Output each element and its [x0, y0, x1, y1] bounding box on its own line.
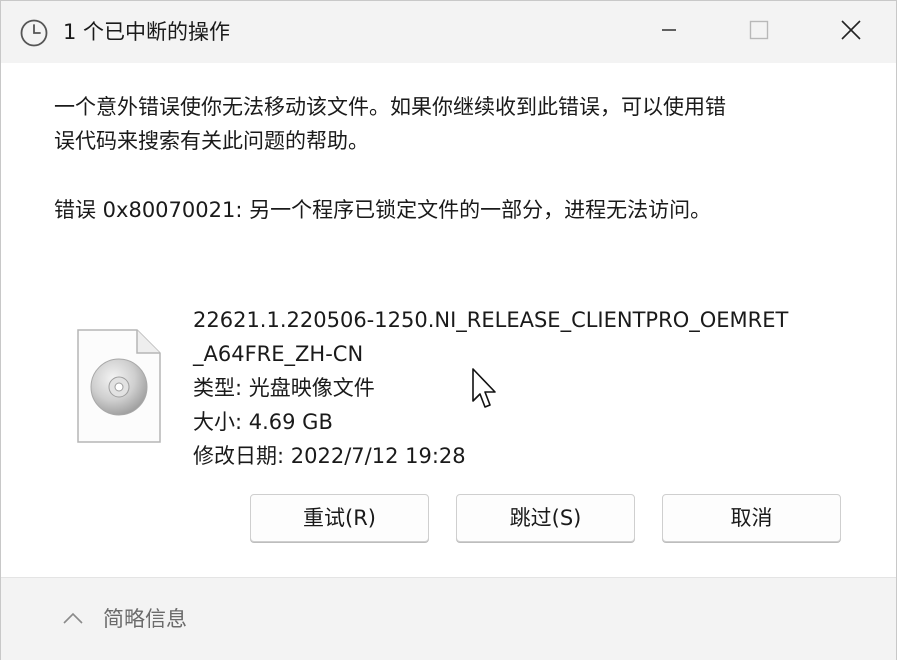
cancel-button[interactable]: 取消 — [662, 494, 841, 542]
title-bar[interactable]: 1 个已中断的操作 — [1, 1, 896, 63]
minimize-icon — [659, 20, 679, 44]
close-button[interactable] — [816, 9, 886, 55]
details-footer[interactable]: 简略信息 — [1, 577, 896, 660]
error-code: 错误 0x80070021: 另一个程序已锁定文件的一部分，进程无法访问。 — [54, 198, 712, 222]
error-message-line-1: 一个意外错误使你无法移动该文件。如果你继续收到此错误，可以使用错 — [54, 95, 726, 119]
clock-icon — [19, 18, 49, 48]
error-message-line-2: 误代码来搜索有关此问题的帮助。 — [54, 129, 369, 153]
file-name-line-2: _A64FRE_ZH-CN — [193, 342, 364, 366]
disc-image-file-icon — [77, 329, 161, 443]
dialog-content: 一个意外错误使你无法移动该文件。如果你继续收到此错误，可以使用错 误代码来搜索有… — [1, 63, 896, 577]
maximize-button[interactable] — [724, 9, 794, 55]
window-title: 1 个已中断的操作 — [63, 20, 231, 44]
maximize-icon — [748, 19, 770, 45]
skip-button[interactable]: 跳过(S) — [456, 494, 635, 542]
error-message: 一个意外错误使你无法移动该文件。如果你继续收到此错误，可以使用错 误代码来搜索有… — [54, 90, 844, 158]
file-name-line-1: 22621.1.220506-1250.NI_RELEASE_CLIENTPRO… — [193, 308, 789, 332]
minimize-button[interactable] — [634, 9, 704, 55]
chevron-up-icon — [61, 610, 85, 626]
retry-button[interactable]: 重试(R) — [250, 494, 429, 542]
file-modified-date: 修改日期: 2022/7/12 19:28 — [193, 444, 466, 468]
mouse-cursor-icon — [471, 367, 497, 411]
close-icon — [839, 18, 863, 46]
dialog-window: 1 个已中断的操作 一个意外错误使你无法移动该文件。如果你继续收到此错误，可以使… — [0, 0, 897, 660]
less-details-toggle[interactable]: 简略信息 — [103, 604, 187, 634]
